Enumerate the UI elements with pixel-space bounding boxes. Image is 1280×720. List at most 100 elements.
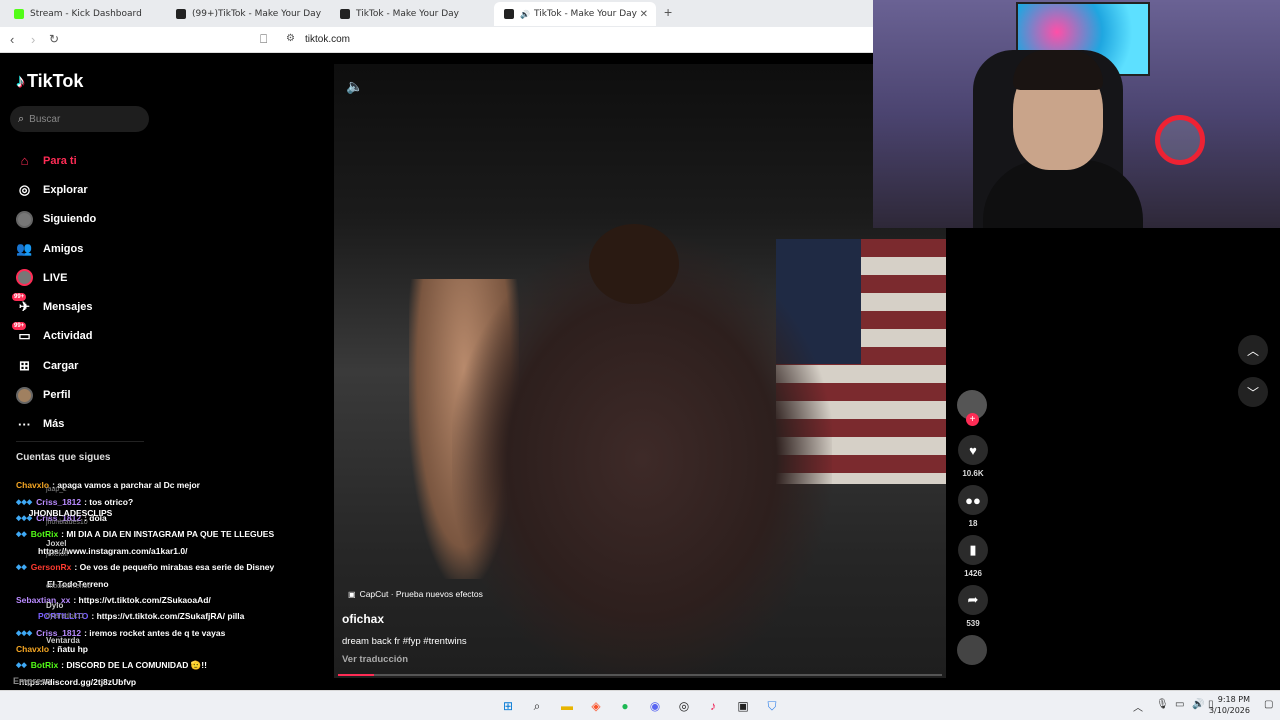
following-name[interactable]: Joxel — [46, 539, 66, 548]
share-count: 539 — [966, 619, 980, 628]
sidebar-item-perfil[interactable]: Perfil — [16, 380, 96, 409]
sidebar-item-explorar[interactable]: ◎ Explorar — [16, 175, 96, 204]
following-username[interactable]: dylanstlok11 — [46, 613, 84, 620]
heart-icon[interactable]: ♥ — [958, 435, 988, 465]
following-name[interactable]: Dylo — [46, 601, 63, 610]
following-username[interactable]: eltodoterrenoo — [46, 583, 91, 590]
obs-icon[interactable]: ◎ — [674, 696, 694, 716]
reload-icon[interactable]: ↻ — [49, 32, 59, 46]
like-action[interactable]: ♥ 10.6K — [957, 435, 989, 478]
tiktok-favicon-icon — [504, 9, 514, 19]
sidebar-item-mas[interactable]: ··· Más — [16, 410, 96, 439]
brand-name: TikTok — [27, 71, 84, 91]
creator-avatar[interactable]: + — [957, 390, 989, 427]
share-icon[interactable]: ➦ — [958, 585, 988, 615]
back-icon[interactable]: ‹ — [10, 32, 14, 47]
share-action[interactable]: ➦ 539 — [957, 585, 989, 628]
sidebar-item-actividad[interactable]: ▭ 99+ Actividad — [12, 321, 96, 351]
search-icon: ⌕ — [18, 112, 25, 125]
follow-plus-icon[interactable]: + — [966, 413, 979, 426]
like-count: 10.6K — [962, 469, 984, 478]
sidebar-item-label: Actividad — [43, 330, 93, 343]
following-username[interactable]: jexeloff — [46, 551, 68, 558]
site-info-icon[interactable]: ⚙ — [286, 33, 295, 44]
windows-taskbar: ⊞ ⌕ ▬ ◈ ● ◉ ◎ ♪ ▣ ⛉ ︿ 🎙 ▭ 🔊 ▯ 9:18 PM 3/… — [0, 690, 1280, 720]
tiktok-logo[interactable]: ♪ TikTok — [16, 71, 83, 92]
tab-label: Stream - Kick Dashboard — [30, 9, 142, 19]
tiktok-favicon-icon — [176, 9, 186, 19]
tab-tiktok-2[interactable]: TikTok - Make Your Day — [330, 2, 490, 26]
chat-text: : tos otrico? — [84, 496, 134, 507]
system-clock[interactable]: 9:18 PM 3/10/2026 — [1209, 694, 1250, 716]
sidebar-item-live[interactable]: LIVE — [16, 263, 96, 292]
bookmark-icon[interactable]: ⎕ — [260, 32, 267, 47]
sidebar-item-siguiendo[interactable]: Siguiendo — [16, 205, 96, 234]
save-action[interactable]: ▮ 1426 — [957, 535, 989, 578]
sidebar-item-para-ti[interactable]: ⌂ Para ti — [16, 146, 96, 175]
speaker-icon: 🔊 — [520, 9, 530, 19]
chat-text: : DISCORD DE LA COMUNIDAD 🫡!! — [61, 659, 207, 670]
following-name[interactable]: Ventarda — [46, 636, 80, 645]
search-input[interactable]: ⌕ Buscar — [10, 106, 149, 132]
webcam-overlay — [873, 0, 1280, 228]
chat-text: : apaga vamos a parchar al Dc mejor — [52, 480, 200, 491]
clock-time: 9:18 PM — [1217, 695, 1250, 704]
sidebar-item-label: Siguiendo — [43, 213, 97, 226]
stream-chat-overlay: Chavxlo: apaga vamos a parchar al Dc mej… — [16, 477, 316, 690]
notification-badge: 99+ — [12, 321, 27, 330]
badge-icon: ◆◆◆ — [16, 498, 33, 506]
badge-icon: ◆◆ — [16, 531, 27, 539]
profile-icon — [16, 386, 33, 404]
discord-icon[interactable]: ◉ — [645, 696, 665, 716]
following-username[interactable]: jhonblades10 — [46, 519, 88, 526]
bookmark-icon[interactable]: ▮ — [958, 535, 988, 565]
search-icon[interactable]: ⌕ — [527, 696, 547, 716]
brave-browser-icon[interactable]: ◈ — [586, 696, 606, 716]
video-progress-bar[interactable] — [338, 674, 942, 676]
comment-action[interactable]: ●● 18 — [957, 485, 989, 528]
chat-overlay-text: JHONBLADESCLIPS — [28, 507, 113, 518]
next-video-button[interactable]: ﹀ — [1238, 377, 1268, 407]
home-icon: ⌂ — [20, 153, 29, 169]
sidebar-item-cargar[interactable]: ⊞ Cargar — [16, 351, 96, 380]
video-player[interactable]: 🔈 ▣ CapCut · Prueba nuevos efectos ofich… — [334, 64, 946, 678]
sidebar-item-label: Perfil — [43, 389, 71, 402]
music-disc-icon[interactable] — [957, 635, 987, 665]
chat-text: : https://vt.tiktok.com/ZSukafjRA/ pilla — [91, 611, 245, 622]
kick-favicon-icon — [14, 9, 24, 19]
video-author[interactable]: ofichax — [342, 612, 384, 626]
sidebar-item-mensajes[interactable]: ✈ 99+ Mensajes — [12, 292, 96, 321]
capcut-tag[interactable]: ▣ CapCut · Prueba nuevos efectos — [348, 589, 483, 599]
messages-icon: ✈ 99+ — [12, 292, 30, 315]
tab-tiktok-1[interactable]: (99+)TikTok - Make Your Day — [166, 2, 326, 26]
tab-label: (99+)TikTok - Make Your Day — [192, 9, 322, 19]
tiktok-app-icon[interactable]: ♪ — [703, 696, 723, 716]
prev-video-button[interactable]: ︿ — [1238, 335, 1268, 365]
footer-link-empresa[interactable]: Empresa — [13, 676, 51, 686]
url-field[interactable]: tiktok.com — [305, 34, 350, 45]
spotify-icon[interactable]: ● — [615, 696, 635, 716]
volume-icon[interactable]: 🔈 — [346, 78, 363, 95]
terminal-icon[interactable]: ▣ — [733, 696, 753, 716]
microphone-icon[interactable]: 🎙 — [1156, 699, 1169, 710]
comment-icon[interactable]: ●● — [958, 485, 988, 515]
tab-tiktok-active[interactable]: 🔊 TikTok - Make Your Day ✕ — [494, 2, 656, 26]
close-tab-icon[interactable]: ✕ — [640, 9, 648, 20]
sidebar-item-label: Para ti — [43, 154, 77, 167]
file-explorer-icon[interactable]: ▬ — [557, 696, 577, 716]
new-tab-button[interactable]: + — [664, 4, 672, 20]
network-icon[interactable]: ▭ — [1175, 699, 1184, 710]
forward-icon[interactable]: › — [31, 32, 35, 47]
notification-icon[interactable]: ▢ — [1264, 699, 1273, 710]
shield-icon[interactable]: ⛉ — [762, 696, 782, 716]
chevron-up-icon[interactable]: ︿ — [1133, 699, 1143, 714]
volume-icon[interactable]: 🔊 — [1192, 699, 1204, 710]
chat-text: : MI DIA A DIA EN INSTAGRAM PA QUE TE LL… — [61, 529, 275, 540]
tab-label: TikTok - Make Your Day — [533, 9, 637, 19]
tab-kick-dashboard[interactable]: Stream - Kick Dashboard — [4, 2, 164, 26]
windows-start-icon[interactable]: ⊞ — [498, 696, 518, 716]
tiktok-logo-icon: ♪ — [16, 71, 25, 91]
following-username[interactable]: jaap_z — [46, 486, 67, 493]
translate-link[interactable]: Ver traducción — [342, 654, 408, 665]
sidebar-item-amigos[interactable]: 👥 Amigos — [16, 234, 96, 263]
